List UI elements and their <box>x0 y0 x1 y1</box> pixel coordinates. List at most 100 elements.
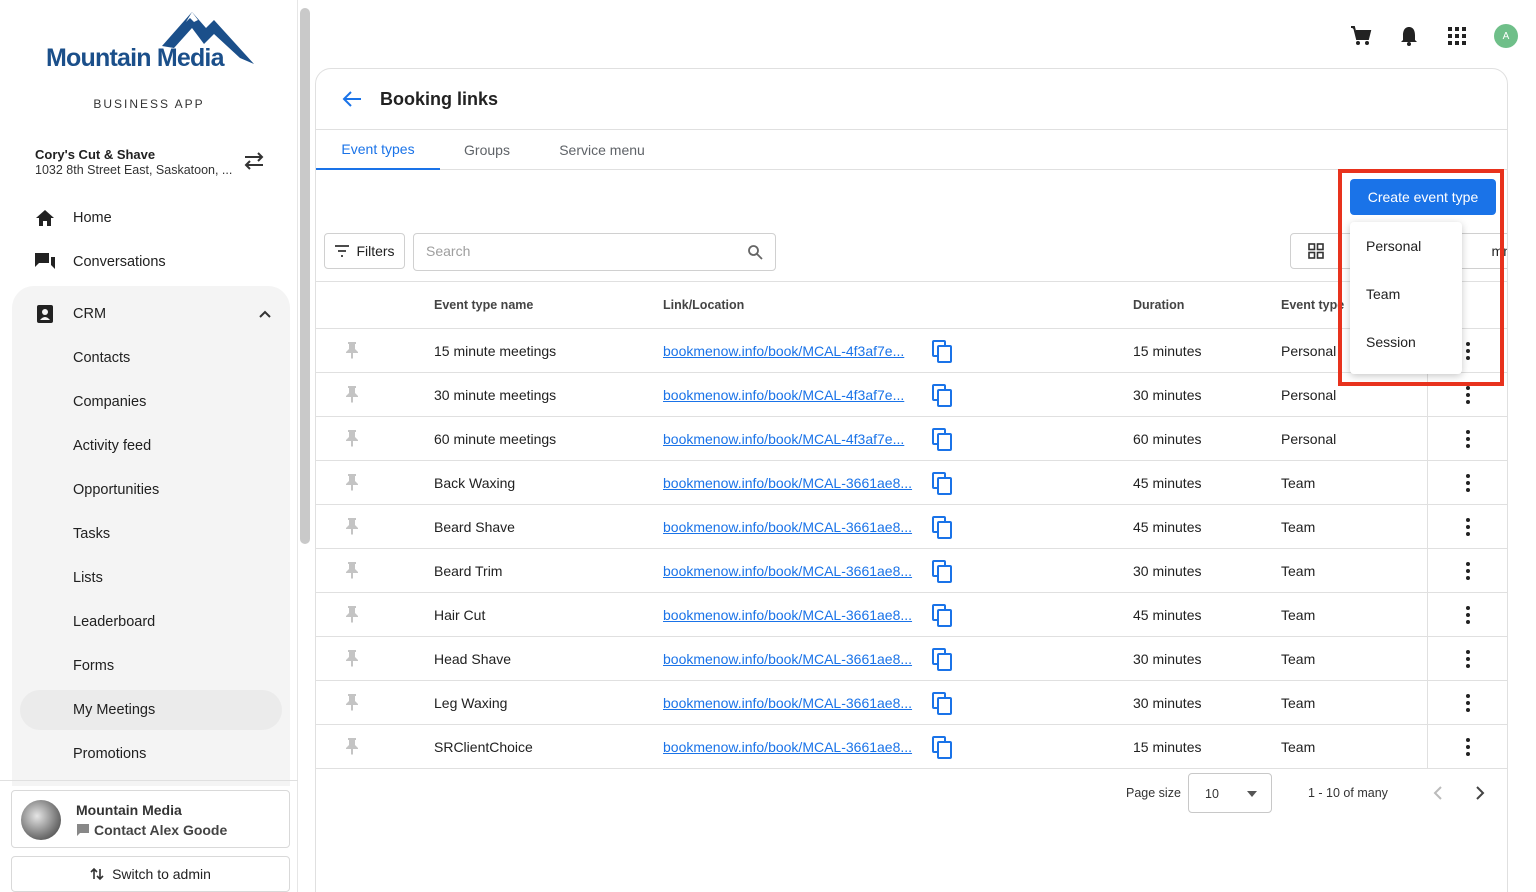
table-row[interactable]: Beard Shave bookmenow.info/book/MCAL-3661… <box>316 505 1507 549</box>
table-row[interactable]: Beard Trim bookmenow.info/book/MCAL-3661a… <box>316 549 1507 593</box>
event-type: Personal <box>1281 387 1337 403</box>
nav-opportunities-label: Opportunities <box>73 482 160 498</box>
grid-view-icon <box>1308 243 1324 259</box>
account-avatar <box>21 800 61 840</box>
copy-icon[interactable] <box>931 339 953 363</box>
nav-crm[interactable]: CRM <box>20 294 282 334</box>
sidebar-scrollbar[interactable] <box>300 8 310 544</box>
table-row[interactable]: 30 minute meetings bookmenow.info/book/MC… <box>316 373 1507 417</box>
nav-forms-label: Forms <box>73 658 115 674</box>
contact-link[interactable]: Contact Alex Goode <box>76 822 227 838</box>
booking-link[interactable]: bookmenow.info/book/MCAL-4f3af7e... <box>663 343 923 359</box>
copy-icon[interactable] <box>931 383 953 407</box>
table-row[interactable]: Head Shave bookmenow.info/book/MCAL-3661a… <box>316 637 1507 681</box>
more-vert-icon[interactable] <box>1460 473 1476 493</box>
pin-icon[interactable] <box>344 517 360 535</box>
pin-icon[interactable] <box>344 737 360 755</box>
switch-to-admin-button[interactable]: Switch to admin <box>11 856 290 892</box>
sidebar: Mountain Media BUSINESS APP Cory's Cut &… <box>0 0 298 892</box>
business-name: Cory's Cut & Shave <box>35 147 156 162</box>
more-vert-icon[interactable] <box>1460 737 1476 757</box>
tab-groups[interactable]: Groups <box>440 130 534 170</box>
search-box[interactable] <box>413 233 776 271</box>
copy-icon[interactable] <box>931 515 953 539</box>
nav-opportunities[interactable]: Opportunities <box>20 470 282 510</box>
nav-activity-feed[interactable]: Activity feed <box>20 426 282 466</box>
table-row[interactable]: 60 minute meetings bookmenow.info/book/MC… <box>316 417 1507 461</box>
more-vert-icon[interactable] <box>1460 429 1476 449</box>
search-icon[interactable] <box>747 244 763 260</box>
copy-icon[interactable] <box>931 559 953 583</box>
table-row[interactable]: Leg Waxing bookmenow.info/book/MCAL-3661a… <box>316 681 1507 725</box>
booking-link[interactable]: bookmenow.info/book/MCAL-3661ae8... <box>663 563 923 579</box>
pin-icon[interactable] <box>344 429 360 447</box>
more-vert-icon[interactable] <box>1460 385 1476 405</box>
chevron-left-icon[interactable] <box>1429 783 1449 803</box>
table-row[interactable]: Back Waxing bookmenow.info/book/MCAL-3661… <box>316 461 1507 505</box>
copy-icon[interactable] <box>931 735 953 759</box>
nav-contacts[interactable]: Contacts <box>20 338 282 378</box>
booking-link[interactable]: bookmenow.info/book/MCAL-3661ae8... <box>663 651 923 667</box>
swap-icon[interactable] <box>242 150 266 172</box>
contacts-book-icon <box>37 305 53 323</box>
nav-promotions[interactable]: Promotions <box>20 734 282 774</box>
pin-icon[interactable] <box>344 605 360 623</box>
chevron-right-icon[interactable] <box>1469 783 1489 803</box>
column-header-link[interactable]: Link/Location <box>663 298 744 312</box>
pin-icon[interactable] <box>344 385 360 403</box>
cart-icon[interactable] <box>1350 25 1372 47</box>
copy-icon[interactable] <box>931 471 953 495</box>
pin-icon[interactable] <box>344 649 360 667</box>
booking-link[interactable]: bookmenow.info/book/MCAL-3661ae8... <box>663 695 923 711</box>
pin-icon[interactable] <box>344 561 360 579</box>
search-input[interactable] <box>426 243 726 259</box>
pin-icon[interactable] <box>344 341 360 359</box>
column-header-duration[interactable]: Duration <box>1133 298 1184 312</box>
more-vert-icon[interactable] <box>1460 649 1476 669</box>
nav-my-meetings-label: My Meetings <box>73 702 156 718</box>
page-title: Booking links <box>380 89 499 109</box>
copy-icon[interactable] <box>931 691 953 715</box>
booking-link[interactable]: bookmenow.info/book/MCAL-3661ae8... <box>663 739 923 755</box>
copy-icon[interactable] <box>931 647 953 671</box>
booking-link[interactable]: bookmenow.info/book/MCAL-3661ae8... <box>663 519 923 535</box>
nav-leaderboard[interactable]: Leaderboard <box>20 602 282 642</box>
page-size-select[interactable]: 10 <box>1188 773 1272 813</box>
booking-link[interactable]: bookmenow.info/book/MCAL-4f3af7e... <box>663 431 923 447</box>
nav-lists[interactable]: Lists <box>20 558 282 598</box>
apps-grid-icon[interactable] <box>1446 25 1468 47</box>
nav-tasks[interactable]: Tasks <box>20 514 282 554</box>
pin-icon[interactable] <box>344 473 360 491</box>
more-vert-icon[interactable] <box>1460 517 1476 537</box>
nav-home[interactable]: Home <box>20 198 282 238</box>
more-vert-icon[interactable] <box>1460 561 1476 581</box>
copy-icon[interactable] <box>931 603 953 627</box>
back-arrow-icon[interactable] <box>341 88 363 110</box>
table-row[interactable]: Hair Cut bookmenow.info/book/MCAL-3661ae8… <box>316 593 1507 637</box>
row-actions <box>1427 637 1507 680</box>
table-row[interactable]: 15 minute meetings bookmenow.info/book/MC… <box>316 329 1507 373</box>
copy-icon[interactable] <box>931 427 953 451</box>
column-header-event-type[interactable]: Event type <box>1281 298 1344 312</box>
bell-icon[interactable] <box>1398 25 1420 47</box>
user-avatar[interactable]: A <box>1494 24 1518 48</box>
more-vert-icon[interactable] <box>1460 693 1476 713</box>
nav-companies[interactable]: Companies <box>20 382 282 422</box>
pin-icon[interactable] <box>344 693 360 711</box>
booking-link[interactable]: bookmenow.info/book/MCAL-3661ae8... <box>663 607 923 623</box>
chevron-up-icon[interactable] <box>258 307 272 321</box>
booking-link[interactable]: bookmenow.info/book/MCAL-3661ae8... <box>663 475 923 491</box>
column-header-name[interactable]: Event type name <box>434 298 533 312</box>
grid-view-button[interactable] <box>1290 233 1342 269</box>
more-vert-icon[interactable] <box>1460 605 1476 625</box>
filters-button[interactable]: Filters <box>324 233 405 269</box>
tab-service-menu[interactable]: Service menu <box>534 130 670 170</box>
app-label: BUSINESS APP <box>93 97 205 111</box>
table-row[interactable]: SRClientChoice bookmenow.info/book/MCAL-3… <box>316 725 1507 769</box>
nav-my-meetings[interactable]: My Meetings <box>20 690 282 730</box>
nav-conversations[interactable]: Conversations <box>20 242 282 282</box>
booking-link[interactable]: bookmenow.info/book/MCAL-4f3af7e... <box>663 387 923 403</box>
tab-event-types[interactable]: Event types <box>316 130 440 170</box>
account-card[interactable]: Mountain Media Contact Alex Goode <box>11 790 290 848</box>
nav-forms[interactable]: Forms <box>20 646 282 686</box>
